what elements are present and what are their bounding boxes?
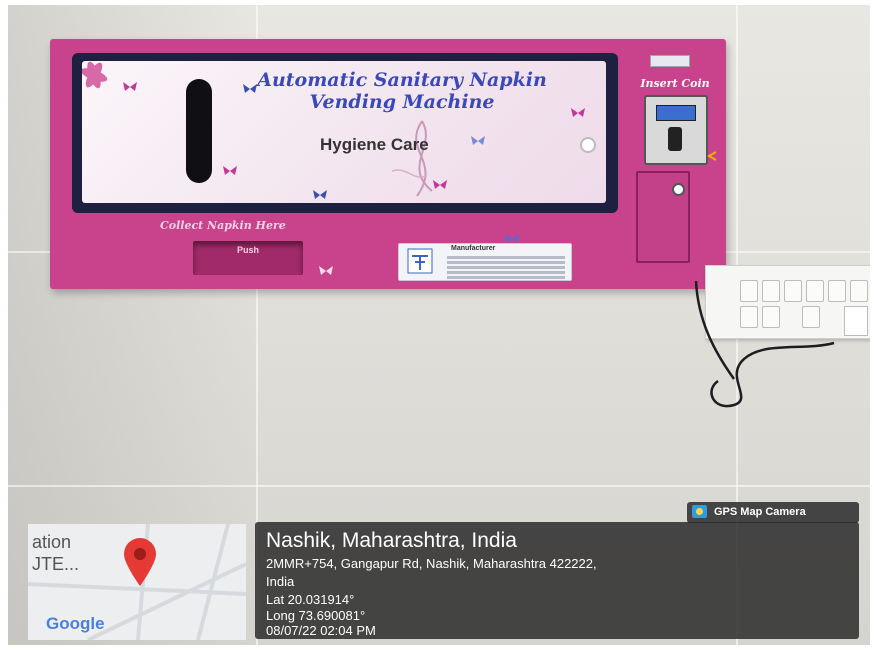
google-logo-text: Google (46, 614, 105, 633)
power-socket[interactable] (844, 306, 868, 336)
map-thumbnail: ation JTE... Google (28, 524, 246, 640)
butterfly-icon (123, 82, 137, 91)
map-place-text: JTE... (32, 554, 80, 574)
location-title: Nashik, Maharashtra, India (266, 529, 517, 552)
vending-machine: Automatic Sanitary Napkin Vending Machin… (50, 39, 726, 289)
map-place-text: ation (32, 532, 72, 552)
datetime-text: 08/07/22 02:04 PM (266, 623, 376, 638)
coin-indicator (650, 55, 690, 67)
product-window (186, 79, 212, 183)
coin-return-lever[interactable] (668, 127, 682, 151)
flourish-decoration (391, 120, 433, 197)
collect-napkin-label: Collect Napkin Here (160, 219, 286, 232)
butterfly-icon (319, 266, 333, 275)
butterfly-icon (471, 136, 485, 145)
butterfly-icon (243, 84, 257, 93)
machine-title-line1: Automatic Sanitary Napkin (257, 69, 547, 91)
longitude-text: Long 73.690081° (266, 608, 366, 623)
google-logo: Google (46, 614, 105, 634)
screen-screw (580, 137, 596, 153)
door-lock[interactable] (672, 183, 685, 196)
coin-panel: Insert Coin (628, 49, 718, 279)
arrow-left-icon (706, 151, 717, 161)
address-line: India (266, 574, 295, 589)
gps-camera-label: GPS Map Camera (714, 506, 806, 518)
butterfly-icon (571, 108, 585, 117)
manufacturer-label: Manufacturer (451, 245, 496, 252)
coin-slot[interactable] (644, 95, 708, 165)
manufacturer-details (447, 254, 565, 280)
manufacturer-plate: Manufacturer (398, 243, 572, 281)
gps-location-stamp: Nashik, Maharashtra, India 2MMR+754, Gan… (255, 522, 859, 639)
camera-icon (692, 505, 707, 518)
gps-camera-tag: GPS Map Camera (687, 502, 859, 523)
butterfly-icon (433, 180, 447, 189)
latitude-text: Lat 20.031914° (266, 592, 355, 607)
insert-coin-label: Insert Coin (640, 77, 710, 90)
address-line: 2MMR+754, Gangapur Rd, Nashik, Maharasht… (266, 556, 597, 571)
coin-display (656, 105, 696, 121)
display-artwork: Automatic Sanitary Napkin Vending Machin… (82, 61, 606, 203)
tagline-text: Hygiene Care (320, 135, 429, 154)
power-cable (694, 281, 835, 408)
wall-switch[interactable] (850, 280, 868, 302)
display-panel: Automatic Sanitary Napkin Vending Machin… (72, 53, 618, 213)
service-door[interactable] (636, 171, 690, 263)
collect-napkin-tray[interactable]: Push (193, 241, 303, 275)
butterfly-icon (313, 190, 327, 199)
butterfly-icon (505, 234, 519, 243)
machine-title-line2: Vending Machine (309, 91, 495, 113)
push-label: Push (236, 245, 259, 255)
tile-joint (8, 485, 870, 487)
manufacturer-logo (407, 248, 433, 274)
butterfly-icon (223, 166, 237, 175)
location-pin-icon (124, 538, 156, 586)
